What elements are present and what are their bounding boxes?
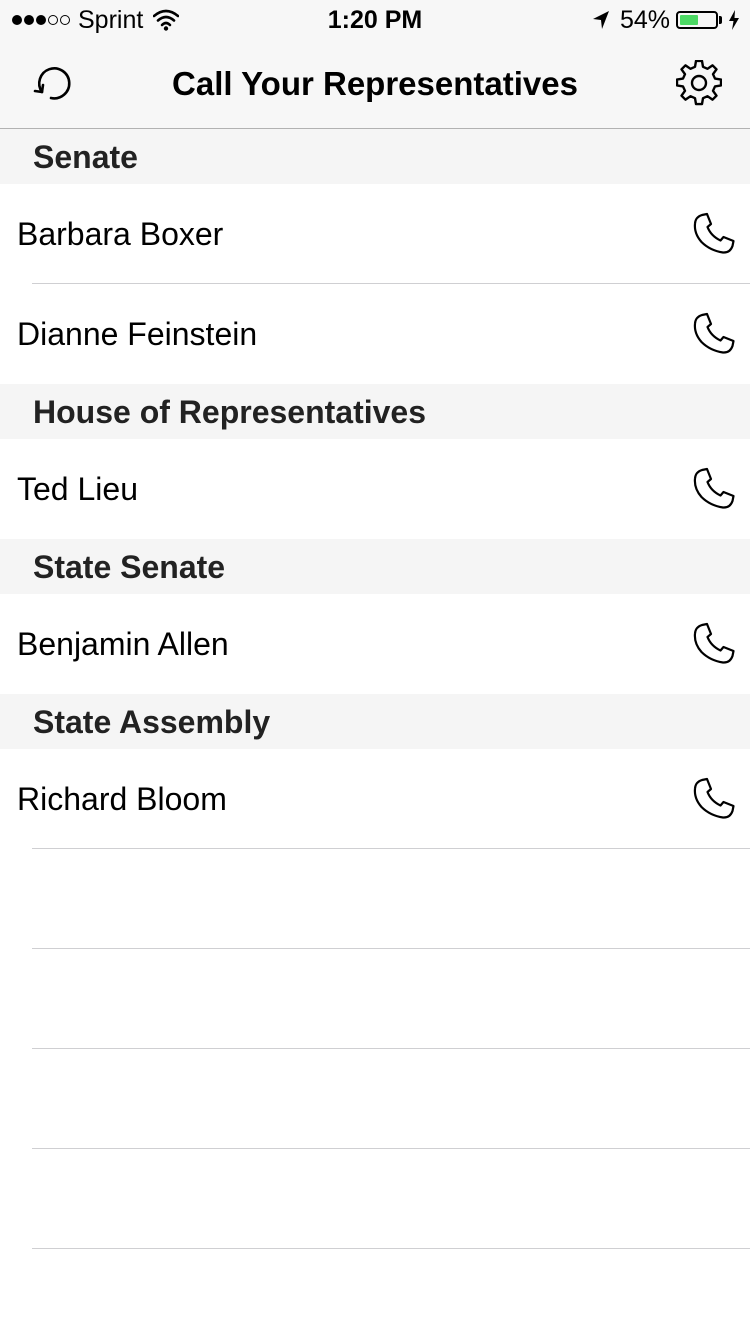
list-item[interactable]: Barbara Boxer [0,184,750,284]
empty-row [0,1149,750,1249]
phone-icon [693,622,735,664]
representative-name: Barbara Boxer [17,216,224,252]
phone-icon [693,467,735,509]
call-button[interactable] [692,622,736,666]
navigation-bar: Call Your Representatives [0,40,750,129]
gear-icon [676,60,722,106]
settings-button[interactable] [676,60,722,106]
empty-row [0,849,750,949]
call-button[interactable] [692,212,736,256]
section-header-senate: Senate [0,129,750,184]
charging-bolt-icon [729,10,739,30]
empty-row [0,949,750,1049]
representative-name: Richard Bloom [17,781,227,817]
page-title: Call Your Representatives [172,65,578,102]
representative-name: Dianne Feinstein [17,316,258,352]
status-bar: Sprint 1:20 PM 54% [0,0,750,40]
call-button[interactable] [692,467,736,511]
empty-row [0,1049,750,1149]
status-right: 54% [592,6,740,34]
phone-icon [693,312,735,354]
list-item[interactable]: Dianne Feinstein [0,284,750,384]
section-header-label: State Senate [33,549,226,585]
representative-name: Benjamin Allen [17,626,229,662]
section-header-house: House of Representatives [0,384,750,439]
list-item[interactable]: Ted Lieu [0,439,750,539]
phone-icon [693,212,735,254]
call-button[interactable] [692,777,736,821]
battery-icon [676,11,718,29]
location-arrow-icon [592,11,609,29]
battery-fill [680,15,698,25]
section-header-label: House of Representatives [33,394,427,430]
list-item[interactable]: Richard Bloom [0,749,750,849]
section-header-label: Senate [33,139,138,175]
section-header-state-assembly: State Assembly [0,694,750,749]
representative-name: Ted Lieu [17,471,138,507]
representatives-list: Senate Barbara Boxer Dianne Feinstein Ho… [0,129,750,1249]
call-button[interactable] [692,312,736,356]
section-header-label: State Assembly [33,704,271,740]
section-header-state-senate: State Senate [0,539,750,594]
battery-nub [719,16,722,24]
phone-icon [693,777,735,819]
battery-percent: 54% [619,6,670,34]
list-item[interactable]: Benjamin Allen [0,594,750,694]
